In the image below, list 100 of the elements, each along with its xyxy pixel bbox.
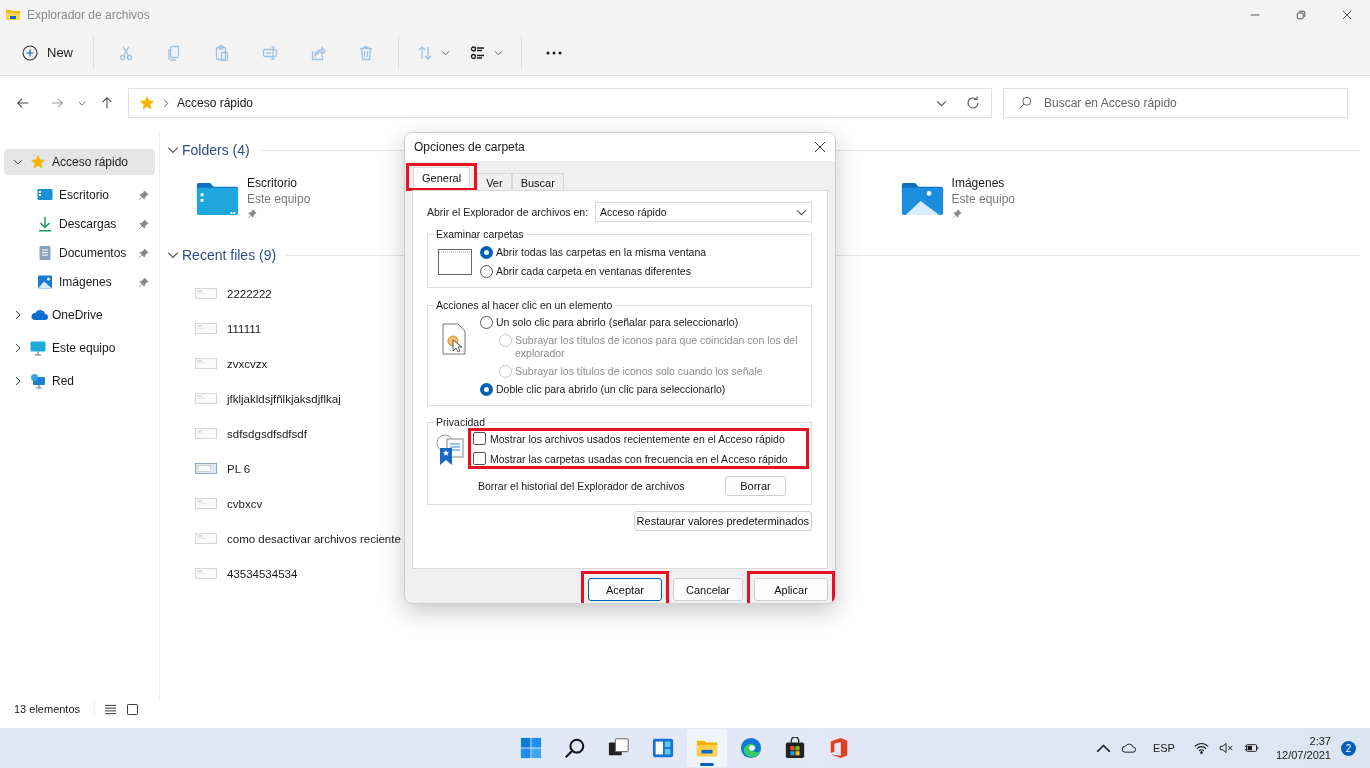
search-icon	[564, 737, 586, 759]
file-name[interactable]: jfkljakldsjfñlkjaksdjflkaj	[227, 392, 341, 405]
sidebar-item[interactable]: Acceso rápido	[4, 149, 155, 175]
file-name[interactable]: sdfsdgsdfsdfsdf	[227, 427, 307, 440]
download-icon	[37, 216, 53, 232]
sidebar-item[interactable]: Documentos	[4, 240, 155, 266]
document-icon	[37, 245, 53, 261]
caret-icon	[78, 100, 86, 106]
browser-logo-icon	[740, 737, 762, 759]
dialog-button[interactable]: Aplicar	[754, 578, 828, 601]
file-thumbnail-icon[interactable]	[195, 498, 217, 509]
cloud-icon[interactable]	[1120, 742, 1136, 754]
folder-location: Este equipo	[951, 191, 1015, 207]
file-name[interactable]: zvxcvzx	[227, 357, 268, 370]
sidebar-item[interactable]: Este equipo	[4, 335, 155, 361]
radio-label: Abrir cada carpeta en ventanas diferentes	[496, 265, 691, 278]
radio-button[interactable]	[480, 265, 493, 278]
address-path: Acceso rápido	[177, 96, 254, 110]
office-logo-icon	[828, 737, 850, 759]
dialog-button[interactable]: Cancelar	[673, 578, 743, 601]
file-thumbnail-icon[interactable]	[195, 463, 217, 474]
file-name[interactable]: 111111	[227, 322, 262, 335]
star-icon	[30, 154, 46, 170]
monitor-icon	[30, 340, 46, 356]
radio-button[interactable]	[480, 316, 493, 329]
file-thumbnail-icon[interactable]	[195, 568, 217, 579]
folder-app-button[interactable]	[687, 729, 727, 767]
tiles-view-icon[interactable]	[126, 703, 140, 715]
sidebar-item[interactable]: OneDrive	[4, 302, 155, 328]
file-thumbnail-icon[interactable]	[195, 428, 217, 439]
restore-icon	[1296, 10, 1306, 20]
chevron-icon	[163, 98, 169, 108]
wifi-icon[interactable]	[1193, 742, 1209, 754]
radio-label: Abrir todas las carpetas en la misma ventana	[496, 246, 707, 259]
battery-icon[interactable]	[1243, 742, 1259, 754]
file-name[interactable]: 43534534534	[227, 567, 298, 580]
sidebar-item[interactable]: Descargas	[4, 211, 155, 237]
dropdown-icon	[936, 99, 947, 107]
checkbox[interactable]	[473, 452, 486, 465]
folder-icon[interactable]	[899, 181, 945, 217]
tab[interactable]: General	[413, 167, 471, 188]
clock-date[interactable]: 12/07/2021	[1275, 748, 1331, 762]
window-icon	[438, 249, 472, 275]
file-thumbnail-icon[interactable]	[195, 358, 217, 369]
file-name[interactable]: como desactivar archivos reciente	[227, 532, 401, 545]
up-arrow-icon	[100, 96, 114, 110]
search-field[interactable]: Buscar en Acceso rápido	[1003, 88, 1348, 118]
clock-time[interactable]: 2:37	[1309, 734, 1331, 748]
close-button[interactable]	[814, 141, 826, 153]
folder-location: Este equipo	[247, 191, 311, 207]
dropdown[interactable]: Acceso rápido	[595, 202, 812, 222]
back-arrow-icon	[16, 96, 30, 110]
chevron-up-icon[interactable]	[1095, 742, 1111, 754]
sidebar-item[interactable]: Red	[4, 368, 155, 394]
file-thumbnail-icon[interactable]	[195, 393, 217, 404]
sidebar-item[interactable]: Imágenes	[4, 269, 155, 295]
shopping-bag-icon	[784, 737, 806, 759]
widgets-icon	[652, 737, 674, 759]
notification-badge[interactable]: 2	[1341, 740, 1356, 756]
search-icon	[1018, 96, 1032, 110]
privacy-documents-icon	[436, 434, 466, 466]
pin-icon	[138, 189, 149, 201]
checkbox[interactable]	[473, 432, 486, 445]
radio-label: Doble clic para abrirlo (un clic para seleccionarlo)	[496, 383, 726, 396]
checkbox-label: Mostrar las carpetas usadas con frecuencia en el Acceso rápido	[490, 452, 788, 465]
cloud-icon	[30, 309, 48, 321]
file-name[interactable]: 2222222	[227, 287, 272, 300]
radio-button[interactable]	[480, 246, 493, 259]
plus-icon	[22, 44, 38, 61]
radio-label: Subrayar los títulos de iconos para que coincidan con los del explorador	[515, 334, 799, 360]
folder-name[interactable]: Escritorio	[247, 175, 311, 191]
folder-icon[interactable]	[195, 181, 240, 217]
tab[interactable]: Buscar	[511, 173, 564, 191]
address-bar[interactable]: Acceso rápido	[128, 88, 992, 118]
speaker-muted-icon[interactable]	[1218, 742, 1234, 754]
section-title: Recent files (9)	[182, 247, 277, 263]
radio-label: Subrayar los títulos de iconos solo cuando los señale	[515, 365, 763, 378]
file-thumbnail-icon[interactable]	[195, 323, 217, 334]
radio-label: Un solo clic para abrirlo (señalar para seleccionarlo)	[496, 316, 739, 329]
caret-icon	[796, 208, 807, 216]
folder-name[interactable]: Imágenes	[951, 175, 1015, 191]
pin-icon	[138, 218, 149, 230]
sidebar-item[interactable]: Escritorio	[4, 182, 155, 208]
dialog-title: Opciones de carpeta	[414, 140, 525, 154]
details-view-icon[interactable]	[104, 703, 118, 715]
item-count: 13 elementos	[14, 703, 81, 715]
tab[interactable]: Ver	[477, 173, 512, 191]
file-name[interactable]: PL 6	[227, 462, 251, 475]
clear-button[interactable]: Borrar	[725, 476, 786, 496]
language-indicator[interactable]: ESP	[1152, 742, 1175, 754]
radio-button[interactable]	[480, 383, 493, 396]
file-thumbnail-icon[interactable]	[195, 288, 217, 299]
restore-defaults-button[interactable]: Restaurar valores predeterminados	[633, 511, 812, 531]
star-icon	[139, 95, 155, 111]
new-button[interactable]: New	[14, 35, 85, 70]
dialog-button[interactable]: Aceptar	[588, 578, 662, 601]
folder-icon	[5, 7, 21, 23]
caret-icon	[441, 49, 450, 56]
file-name[interactable]: cvbxcv	[227, 497, 263, 510]
file-thumbnail-icon[interactable]	[195, 533, 217, 544]
